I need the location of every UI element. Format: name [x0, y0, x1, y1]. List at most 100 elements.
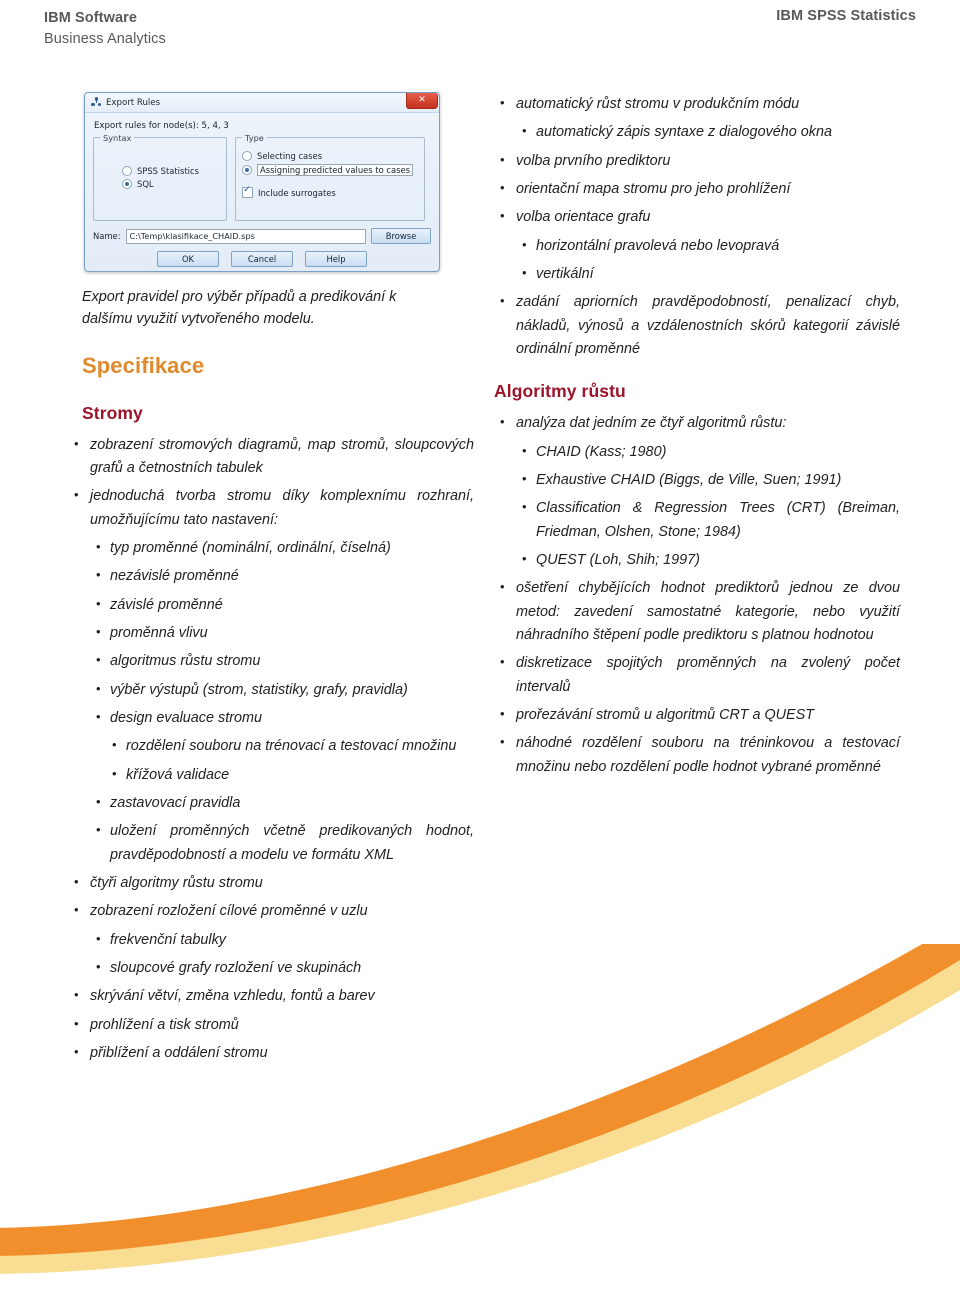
- stromy-sub-sub-list: rozdělení souboru na trénovací a testova…: [92, 734, 474, 787]
- list-item: zadání apriorních pravděpodobností, pena…: [488, 290, 900, 361]
- list-item-text: prořezávání stromů u algoritmů CRT a QUE…: [516, 706, 815, 723]
- dialog-titlebar: Export Rules ✕: [85, 93, 439, 113]
- radio-selecting-cases[interactable]: Selecting cases: [242, 151, 418, 161]
- close-icon[interactable]: ✕: [406, 93, 438, 109]
- checkbox-include-surrogates[interactable]: Include surrogates: [242, 186, 418, 198]
- checkmark-icon: [242, 186, 253, 198]
- decorative-swoosh: [0, 944, 960, 1274]
- list-item: prořezávání stromů u algoritmů CRT a QUE…: [488, 703, 900, 727]
- list-item-text: volba prvního prediktoru: [516, 152, 671, 169]
- list-item: design evaluace stromu: [76, 706, 474, 730]
- right-bullet-list-2: volba prvního prediktoru orientační mapa…: [488, 149, 900, 230]
- syntax-group-legend: Syntax: [100, 133, 135, 143]
- list-item: automatický zápis syntaxe z dialogového …: [502, 120, 900, 144]
- type-group-legend: Type: [242, 133, 267, 143]
- stromy-bullet-list-2: čtyři algoritmy růstu stromu zobrazení r…: [62, 871, 474, 924]
- name-input[interactable]: C:\Temp\klasifikace_CHAID.sps: [125, 228, 366, 244]
- list-item-text: zobrazení stromových diagramů, map strom…: [90, 436, 474, 476]
- list-item-text: proměnná vlivu: [110, 624, 208, 641]
- list-item: křížová validace: [92, 763, 474, 787]
- list-item-text: nezávislé proměnné: [110, 568, 239, 585]
- header-product-name: IBM SPSS Statistics: [776, 8, 916, 24]
- list-item-text: jednoduchá tvorba stromu díky komplexním…: [90, 488, 474, 528]
- list-item: čtyři algoritmy růstu stromu: [62, 871, 474, 895]
- list-item: typ proměnné (nominální, ordinální, číse…: [76, 536, 474, 560]
- list-item-text: čtyři algoritmy růstu stromu: [90, 874, 263, 891]
- list-item: QUEST (Loh, Shih; 1997): [502, 548, 900, 572]
- left-column: Export Rules ✕ Export rules for node(s):…: [62, 88, 474, 1070]
- right-bullet-list-3: zadání apriorních pravděpodobností, pena…: [488, 290, 900, 361]
- radio-sql[interactable]: SQL: [122, 179, 220, 189]
- list-item: vertikální: [502, 262, 900, 286]
- list-item: výběr výstupů (strom, statistiky, grafy,…: [76, 678, 474, 702]
- list-item: zobrazení stromových diagramů, map strom…: [62, 433, 474, 481]
- list-item-text: CHAID (Kass; 1980): [536, 443, 667, 460]
- list-item: algoritmus růstu stromu: [76, 649, 474, 673]
- radio-spss-statistics[interactable]: SPSS Statistics: [122, 166, 220, 176]
- radio-icon-selected: [122, 179, 132, 189]
- help-button[interactable]: Help: [305, 251, 367, 267]
- list-item: ošetření chybějících hodnot prediktorů j…: [488, 576, 900, 647]
- section-heading-specifikace: Specifikace: [82, 352, 205, 378]
- export-rules-dialog-screenshot: Export Rules ✕ Export rules for node(s):…: [84, 92, 444, 274]
- list-item: nezávislé proměnné: [76, 564, 474, 588]
- radio-icon: [122, 166, 132, 176]
- list-item-text: závislé proměnné: [110, 596, 223, 613]
- list-item-text: křížová validace: [126, 766, 230, 783]
- radio-label: SQL: [137, 179, 154, 189]
- list-item-text: analýza dat jedním ze čtyř algoritmů růs…: [516, 415, 787, 432]
- list-item: automatický růst stromu v produkčním mód…: [488, 92, 900, 116]
- radio-label: Assigning predicted values to cases: [257, 164, 413, 176]
- list-item-text: vertikální: [536, 265, 594, 282]
- list-item-text: automatický zápis syntaxe z dialogového …: [536, 124, 832, 141]
- stromy-sub-list-2: zastavovací pravidla uložení proměnných …: [76, 791, 474, 867]
- list-item-text: QUEST (Loh, Shih; 1997): [536, 551, 700, 568]
- list-item-text: uložení proměnných včetně predikovaných …: [110, 823, 474, 863]
- name-label: Name:: [93, 231, 121, 241]
- type-group: Type Selecting cases Assigning predicted…: [235, 133, 425, 221]
- radio-label: SPSS Statistics: [137, 166, 199, 176]
- list-item: diskretizace spojitých proměnných na zvo…: [488, 651, 900, 699]
- dialog-option-groups: Syntax SPSS Statistics SQL Type Selectin…: [93, 133, 431, 221]
- browse-button[interactable]: Browse: [371, 228, 431, 244]
- dialog-subtitle: Export rules for node(s): 5, 4, 3: [94, 121, 229, 131]
- list-item-text: Classification & Regression Trees (CRT) …: [536, 500, 900, 540]
- list-item: Exhaustive CHAID (Biggs, de Ville, Suen;…: [502, 468, 900, 492]
- list-item: volba orientace grafu: [488, 205, 900, 229]
- list-item: proměnná vlivu: [76, 621, 474, 645]
- figure-caption: Export pravidel pro výběr případů a pred…: [82, 289, 397, 328]
- list-item-text: zadání apriorních pravděpodobností, pena…: [516, 294, 900, 357]
- list-item: jednoduchá tvorba stromu díky komplexním…: [62, 484, 474, 532]
- list-item-text: horizontální pravolevá nebo levopravá: [536, 237, 780, 254]
- ok-button[interactable]: OK: [157, 251, 219, 267]
- list-item: Classification & Regression Trees (CRT) …: [502, 496, 900, 544]
- dialog-button-row: OK Cancel Help: [93, 251, 431, 267]
- checkbox-label: Include surrogates: [258, 187, 336, 198]
- list-item: analýza dat jedním ze čtyř algoritmů růs…: [488, 411, 900, 435]
- list-item: závislé proměnné: [76, 593, 474, 617]
- cancel-button[interactable]: Cancel: [231, 251, 293, 267]
- syntax-group: Syntax SPSS Statistics SQL: [93, 133, 227, 221]
- list-item-text: typ proměnné (nominální, ordinální, číse…: [110, 539, 391, 556]
- radio-assigning-predicted-values[interactable]: Assigning predicted values to cases: [242, 164, 418, 176]
- stromy-sub-list-1: typ proměnné (nominální, ordinální, číse…: [76, 536, 474, 730]
- list-item-text: design evaluace stromu: [110, 709, 262, 726]
- page-header-left: IBM Software Business Analytics: [44, 8, 166, 50]
- list-item: zastavovací pravidla: [76, 791, 474, 815]
- list-item: orientační mapa stromu pro jeho prohlíže…: [488, 177, 900, 201]
- list-item: rozdělení souboru na trénovací a testova…: [92, 734, 474, 758]
- header-ibm-software: IBM Software: [44, 10, 138, 26]
- radio-icon-selected: [242, 165, 252, 175]
- right-bullet-list-1: automatický růst stromu v produkčním mód…: [488, 92, 900, 116]
- list-item: uložení proměnných včetně predikovaných …: [76, 819, 474, 867]
- list-item-text: orientační mapa stromu pro jeho prohlíže…: [516, 180, 791, 197]
- right-column: automatický růst stromu v produkčním mód…: [488, 88, 900, 784]
- list-item-text: rozdělení souboru na trénovací a testova…: [126, 738, 457, 755]
- swoosh-orange-band: [0, 944, 960, 1256]
- list-item-text: ošetření chybějících hodnot prediktorů j…: [516, 580, 900, 643]
- list-item-text: volba orientace grafu: [516, 209, 651, 226]
- section-heading-algoritmy-rustu: Algoritmy růstu: [494, 381, 626, 402]
- list-item-text: automatický růst stromu v produkčním mód…: [516, 96, 800, 112]
- header-business-analytics: Business Analytics: [44, 31, 166, 48]
